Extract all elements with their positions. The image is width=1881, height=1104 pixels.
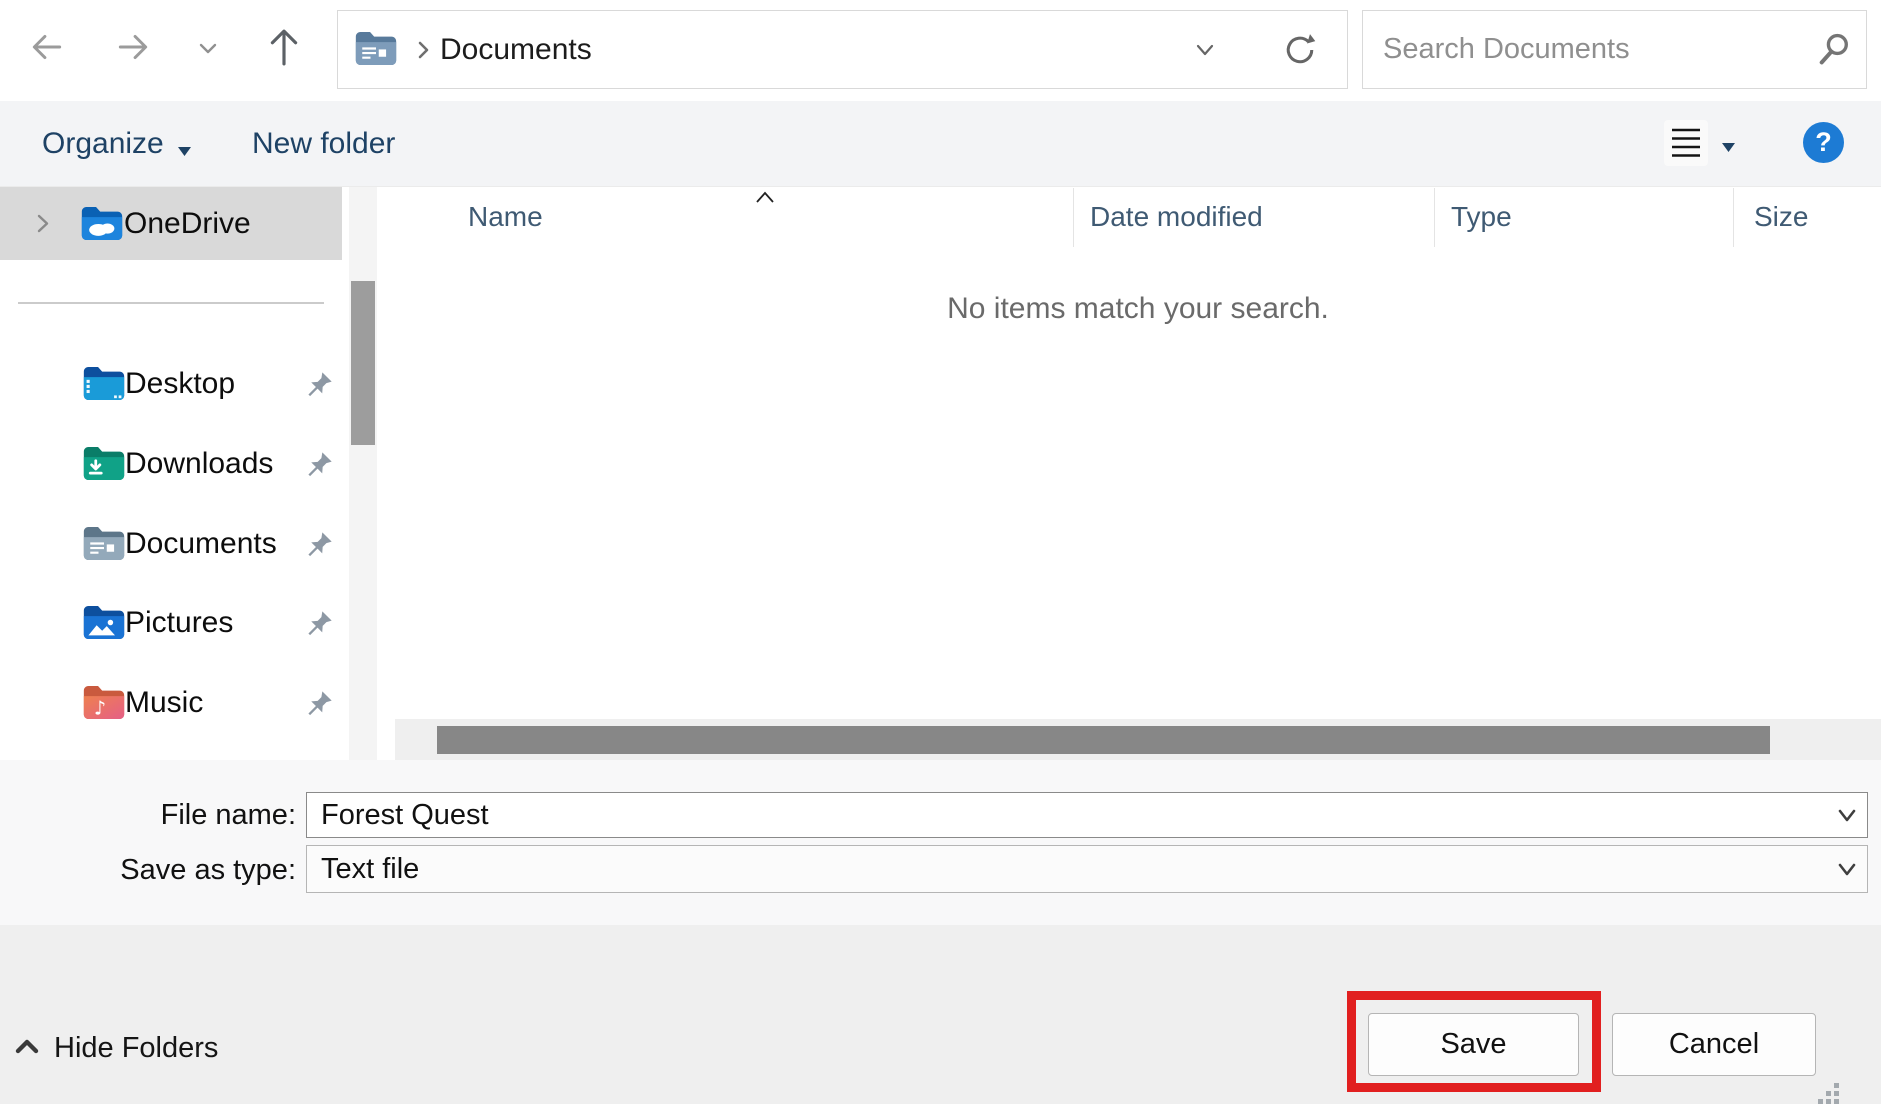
view-options-caret-icon[interactable]: [1722, 139, 1738, 151]
svg-text:♪: ♪: [94, 696, 106, 719]
help-question-mark: ?: [1815, 127, 1832, 158]
sidebar-separator: [18, 302, 324, 304]
search-box: [1362, 10, 1867, 89]
organize-button[interactable]: Organize: [42, 101, 191, 187]
breadcrumb-location[interactable]: Documents: [440, 10, 592, 89]
column-header-size[interactable]: Size: [1754, 187, 1808, 247]
list-view-icon: [1664, 153, 1708, 170]
sidebar-item-label: Music: [125, 663, 203, 743]
pin-icon[interactable]: [306, 370, 334, 398]
new-folder-button[interactable]: New folder: [252, 101, 395, 187]
help-button[interactable]: ?: [1803, 122, 1844, 163]
column-header-type[interactable]: Type: [1451, 187, 1512, 247]
recent-locations-dropdown[interactable]: [193, 36, 223, 64]
file-name-label: File name:: [60, 792, 296, 838]
pin-icon[interactable]: [306, 530, 334, 558]
save-button-label: Save: [1440, 1028, 1506, 1061]
sort-ascending-icon: [752, 189, 778, 205]
sidebar-item-documents[interactable]: Documents: [0, 504, 342, 584]
save-button[interactable]: Save: [1368, 1013, 1579, 1076]
search-icon[interactable]: [1815, 30, 1853, 68]
back-button[interactable]: [25, 27, 69, 71]
up-button[interactable]: [263, 25, 305, 73]
onedrive-folder-icon: [80, 205, 124, 242]
sidebar-item-desktop[interactable]: Desktop: [0, 344, 342, 424]
arrow-left-icon: [26, 28, 68, 71]
sidebar-item-label: Pictures: [125, 583, 233, 663]
sidebar-scrollbar-track[interactable]: [349, 187, 377, 760]
location-folder-icon: [354, 30, 398, 67]
sidebar-item-pictures[interactable]: Pictures: [0, 583, 342, 663]
pictures-folder-icon: [82, 604, 126, 641]
file-name-input[interactable]: [306, 792, 1868, 838]
save-as-type-dropdown-chevron-icon[interactable]: [1833, 858, 1861, 882]
downloads-folder-icon: [82, 445, 126, 482]
organize-label: Organize: [42, 127, 164, 161]
forward-button[interactable]: [111, 27, 155, 71]
top-navigation-bar: Documents: [0, 0, 1881, 101]
file-name-section: [0, 760, 1881, 925]
search-input[interactable]: [1363, 11, 1866, 88]
empty-list-message: No items match your search.: [395, 292, 1881, 326]
pin-icon[interactable]: [306, 450, 334, 478]
column-header-name[interactable]: Name: [468, 187, 543, 247]
column-divider: [1434, 188, 1435, 247]
horizontal-scrollbar-thumb[interactable]: [437, 726, 1770, 754]
address-dropdown-chevron-icon[interactable]: [1192, 38, 1218, 62]
expand-chevron-icon[interactable]: [31, 212, 54, 235]
breadcrumb-chevron-icon[interactable]: [412, 39, 434, 61]
cancel-button[interactable]: Cancel: [1612, 1013, 1816, 1076]
save-as-type-select[interactable]: Text file: [306, 845, 1868, 893]
arrow-up-icon: [265, 25, 303, 74]
save-as-type-label: Save as type:: [60, 846, 296, 894]
new-folder-label: New folder: [252, 127, 395, 161]
resize-grip[interactable]: [1834, 1083, 1839, 1088]
hide-folders-label: Hide Folders: [54, 1032, 218, 1065]
desktop-folder-icon: [82, 365, 126, 402]
sidebar-item-label: Downloads: [125, 424, 273, 504]
hide-folders-button[interactable]: Hide Folders: [12, 1023, 218, 1073]
file-name-dropdown-chevron-icon[interactable]: [1833, 804, 1861, 828]
refresh-icon[interactable]: [1280, 29, 1320, 71]
sidebar-scrollbar-thumb[interactable]: [351, 281, 375, 445]
pin-icon[interactable]: [306, 689, 334, 717]
sidebar-item-label: Documents: [125, 504, 277, 584]
caret-down-icon: [178, 130, 191, 164]
column-header-date-modified[interactable]: Date modified: [1090, 187, 1263, 247]
sidebar-item-downloads[interactable]: Downloads: [0, 424, 342, 504]
sidebar-item-label: Desktop: [125, 344, 235, 424]
change-view-button[interactable]: [1664, 120, 1708, 166]
arrow-right-icon: [112, 28, 154, 71]
documents-folder-icon: [82, 525, 126, 562]
column-divider: [1073, 188, 1074, 247]
music-folder-icon: ♪: [82, 684, 126, 721]
chevron-down-icon: [194, 36, 222, 65]
onedrive-label: OneDrive: [124, 187, 251, 260]
chevron-up-icon: [12, 1032, 42, 1065]
pin-icon[interactable]: [306, 609, 334, 637]
save-as-type-value: Text file: [321, 853, 419, 885]
column-divider: [1733, 188, 1734, 247]
cancel-button-label: Cancel: [1669, 1028, 1759, 1061]
sidebar-item-music[interactable]: ♪ Music: [0, 663, 342, 743]
